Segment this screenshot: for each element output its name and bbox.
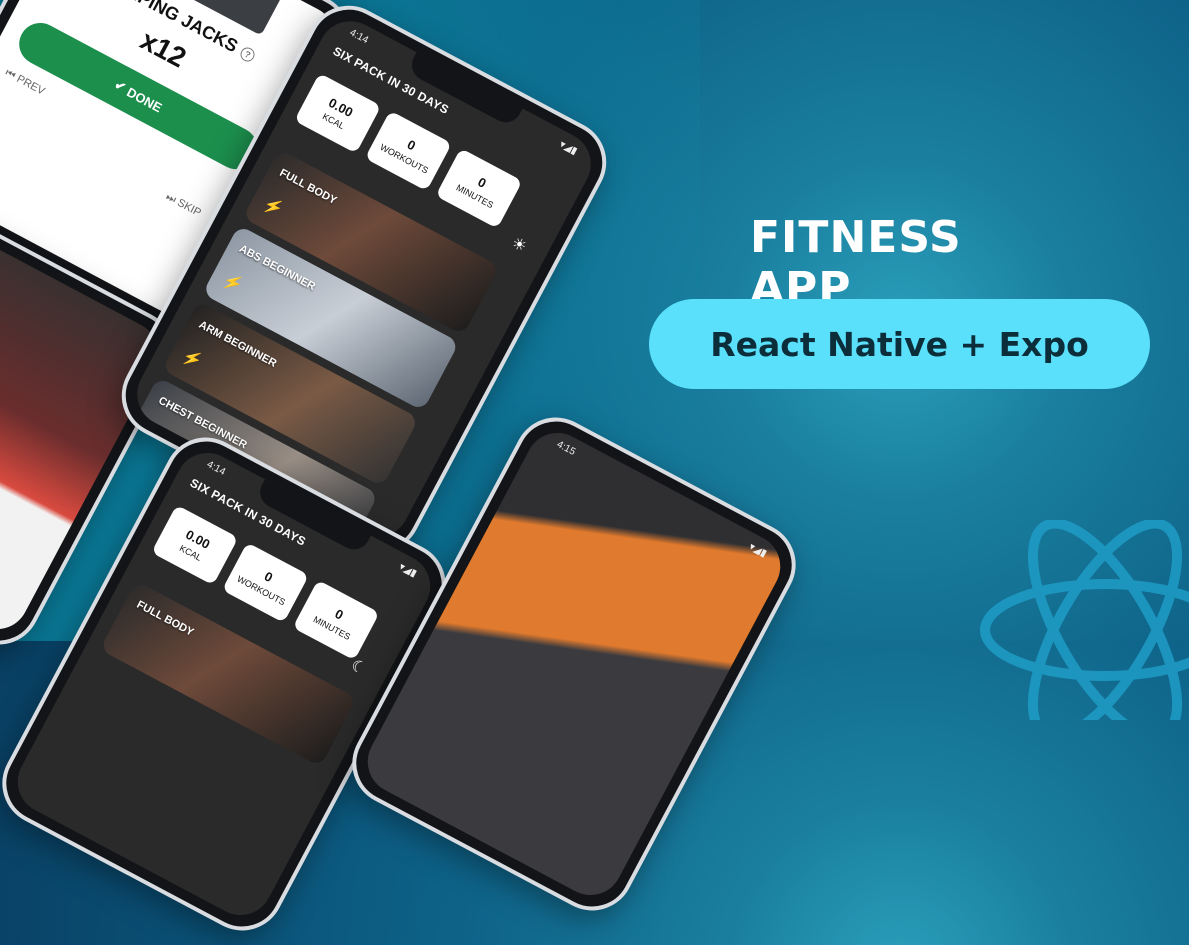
react-logo-icon <box>980 520 1189 720</box>
tech-pill: React Native + Expo <box>649 299 1150 389</box>
stat-workouts: 0 WORKOUTS <box>221 542 310 623</box>
info-icon[interactable]: ? <box>237 45 257 65</box>
skip-button[interactable]: ⏭ SKIP <box>163 191 203 220</box>
stat-minutes: 0 MINUTES <box>435 148 523 229</box>
stat-kcal: 0.00 KCAL <box>294 72 382 154</box>
stat-kcal: 0.00 KCAL <box>151 504 239 586</box>
stat-minutes: 0 MINUTES <box>292 579 380 661</box>
stat-workouts: 0 WORKOUTS <box>364 110 452 192</box>
sun-icon[interactable]: ☀ <box>508 233 530 257</box>
prev-button[interactable]: ⏮ PREV <box>3 67 47 99</box>
